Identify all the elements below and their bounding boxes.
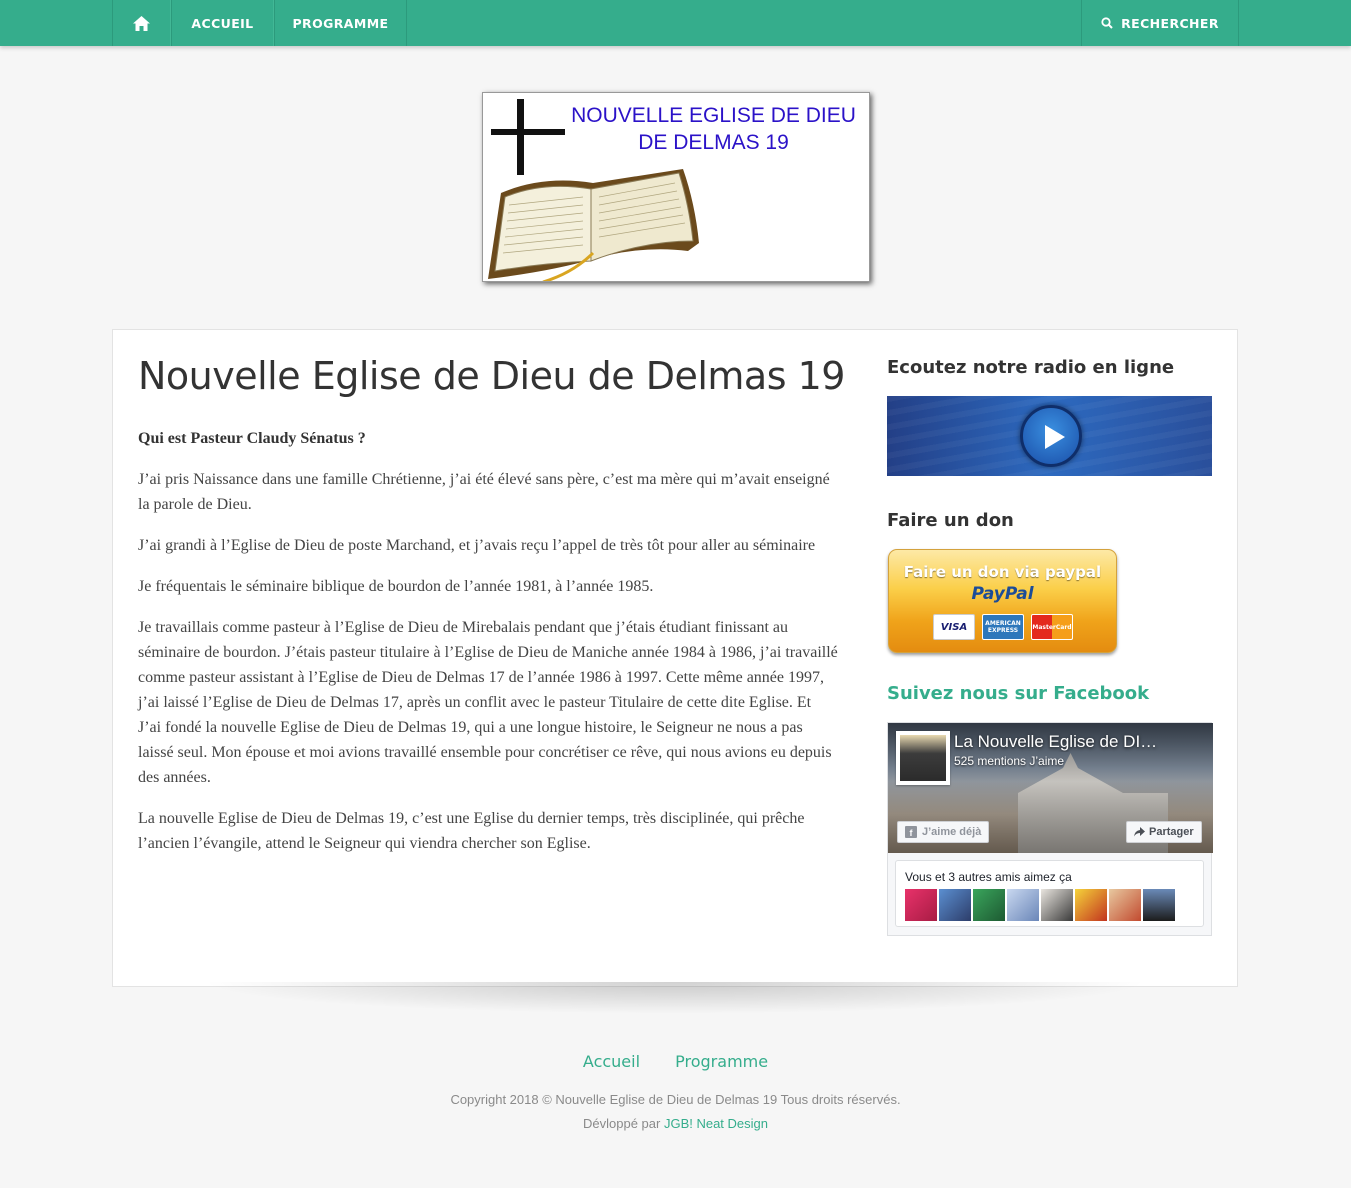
footer-nav: Accueil Programme: [0, 1052, 1351, 1071]
footer-copyright: Copyright 2018 © Nouvelle Eglise de Dieu…: [450, 1092, 901, 1107]
facebook-icon: f: [905, 826, 917, 838]
nav-home-button[interactable]: [112, 0, 171, 46]
friend-avatar[interactable]: [905, 889, 937, 921]
radio-player[interactable]: [887, 396, 1212, 476]
friend-avatar[interactable]: [939, 889, 971, 921]
article-paragraph: Je travaillais comme pasteur à l’Eglise …: [138, 619, 838, 786]
nav-search-button[interactable]: RECHERCHER: [1081, 0, 1239, 46]
play-button[interactable]: [1020, 405, 1082, 467]
article-paragraph: J’ai grandi à l’Eglise de Dieu de poste …: [138, 537, 816, 554]
facebook-page-widget: La Nouvelle Eglise de DI… 525 mentions J…: [887, 722, 1213, 936]
article-paragraph: La nouvelle Eglise de Dieu de Delmas 19,…: [138, 810, 805, 852]
facebook-cover-photo[interactable]: La Nouvelle Eglise de DI… 525 mentions J…: [888, 723, 1213, 853]
facebook-heading: Suivez nous sur Facebook: [887, 683, 1150, 704]
article-body: Qui est Pasteur Claudy Sénatus ? J’ai pr…: [138, 426, 838, 872]
search-label: RECHERCHER: [1121, 15, 1219, 31]
footer-link-programme[interactable]: Programme: [675, 1052, 768, 1071]
facebook-like-label: J’aime déjà: [922, 826, 982, 838]
credit-prefix: Dévloppé par: [583, 1116, 664, 1131]
friend-avatar[interactable]: [973, 889, 1005, 921]
article-paragraph: J’ai pris Naissance dans une famille Chr…: [138, 471, 830, 513]
facebook-share-button[interactable]: Partager: [1126, 821, 1202, 843]
footer-link-accueil[interactable]: Accueil: [583, 1052, 640, 1071]
article-lead: Qui est Pasteur Claudy Sénatus ?: [138, 430, 366, 447]
friend-avatar[interactable]: [1109, 889, 1141, 921]
article-paragraph: Je fréquentais le séminaire biblique de …: [138, 578, 654, 595]
logo-line-2: DE DELMAS 19: [638, 131, 789, 154]
site-logo[interactable]: NOUVELLE EGLISE DE DIEU DE DELMAS 19: [482, 92, 870, 282]
card-shadow: [200, 982, 1150, 1014]
logo-title: NOUVELLE EGLISE DE DIEU DE DELMAS 19: [483, 102, 869, 156]
nav-programme[interactable]: PROGRAMME: [274, 0, 407, 46]
donate-heading: Faire un don: [887, 510, 1014, 531]
facebook-share-label: Partager: [1149, 826, 1194, 838]
paypal-donate-button[interactable]: Faire un don via paypal PayPal VISA AMER…: [888, 549, 1117, 653]
amex-icon: AMERICAN EXPRESS: [982, 614, 1024, 640]
facebook-friends-text: Vous et 3 autres amis aimez ça: [905, 870, 1072, 884]
logo-line-1: NOUVELLE EGLISE DE DIEU: [571, 104, 856, 127]
content-card: Nouvelle Eglise de Dieu de Delmas 19 Qui…: [112, 329, 1238, 987]
card-logos: VISA AMERICAN EXPRESS MasterCard: [933, 614, 1073, 640]
page-title: Nouvelle Eglise de Dieu de Delmas 19: [138, 354, 845, 398]
friend-avatar[interactable]: [1007, 889, 1039, 921]
navbar-inner: ACCUEIL PROGRAMME RECHERCHER: [112, 0, 1239, 46]
top-navbar: ACCUEIL PROGRAMME RECHERCHER: [0, 0, 1351, 46]
share-icon: [1134, 827, 1145, 837]
credit-link[interactable]: JGB! Neat Design: [664, 1116, 768, 1131]
home-icon: [133, 15, 150, 31]
facebook-like-button[interactable]: f J’aime déjà: [897, 821, 990, 843]
nav-accueil[interactable]: ACCUEIL: [171, 0, 274, 46]
footer-credit: Dévloppé par JGB! Neat Design: [0, 1116, 1351, 1131]
friend-avatar[interactable]: [1075, 889, 1107, 921]
facebook-likes-count: 525 mentions J’aime: [954, 754, 1065, 768]
facebook-friends-box: Vous et 3 autres amis aimez ça: [895, 860, 1204, 927]
visa-icon: VISA: [933, 614, 975, 640]
play-icon: [1045, 425, 1065, 449]
mastercard-icon: MasterCard: [1031, 614, 1073, 640]
paypal-button-text: Faire un don via paypal: [903, 563, 1102, 581]
paypal-logo: PayPal: [971, 584, 1034, 604]
friend-avatar[interactable]: [1143, 889, 1175, 921]
friend-avatar[interactable]: [1041, 889, 1073, 921]
facebook-page-avatar[interactable]: [896, 731, 950, 785]
facebook-friend-avatars: [905, 889, 1175, 921]
radio-heading: Ecoutez notre radio en ligne: [887, 357, 1175, 378]
search-icon: [1101, 17, 1113, 29]
facebook-page-name[interactable]: La Nouvelle Eglise de DI…: [954, 732, 1204, 752]
